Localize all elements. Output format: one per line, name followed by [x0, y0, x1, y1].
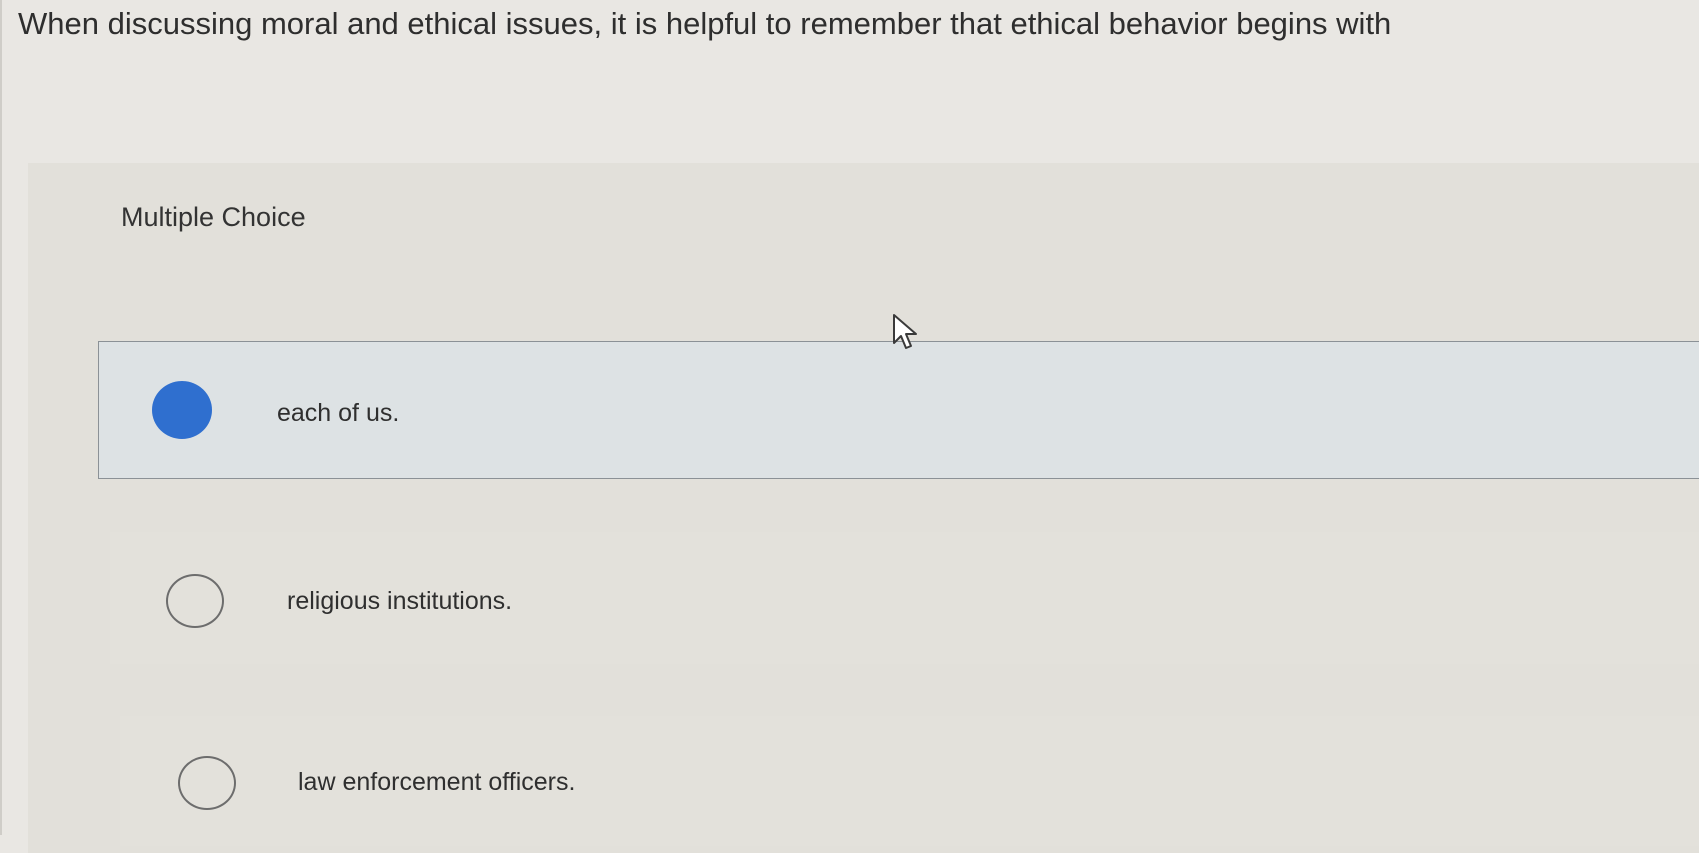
answer-option-label: religious institutions.	[287, 587, 513, 615]
radio-unselected-icon[interactable]	[166, 574, 224, 628]
question-text: When discussing moral and ethical issues…	[18, 6, 1392, 41]
answer-option-3[interactable]: law enforcement officers.	[120, 716, 1699, 846]
answer-option-label: each of us.	[277, 399, 400, 427]
answer-option-2[interactable]: religious institutions.	[110, 532, 1699, 664]
answer-option-1[interactable]: each of us.	[98, 341, 1699, 479]
answer-option-label: law enforcement officers.	[298, 768, 576, 796]
mouse-pointer-icon	[893, 314, 917, 349]
radio-unselected-icon[interactable]	[178, 756, 236, 810]
radio-selected-icon[interactable]	[152, 381, 212, 439]
window-edge	[0, 0, 2, 835]
question-type-label: Multiple Choice	[121, 202, 306, 232]
